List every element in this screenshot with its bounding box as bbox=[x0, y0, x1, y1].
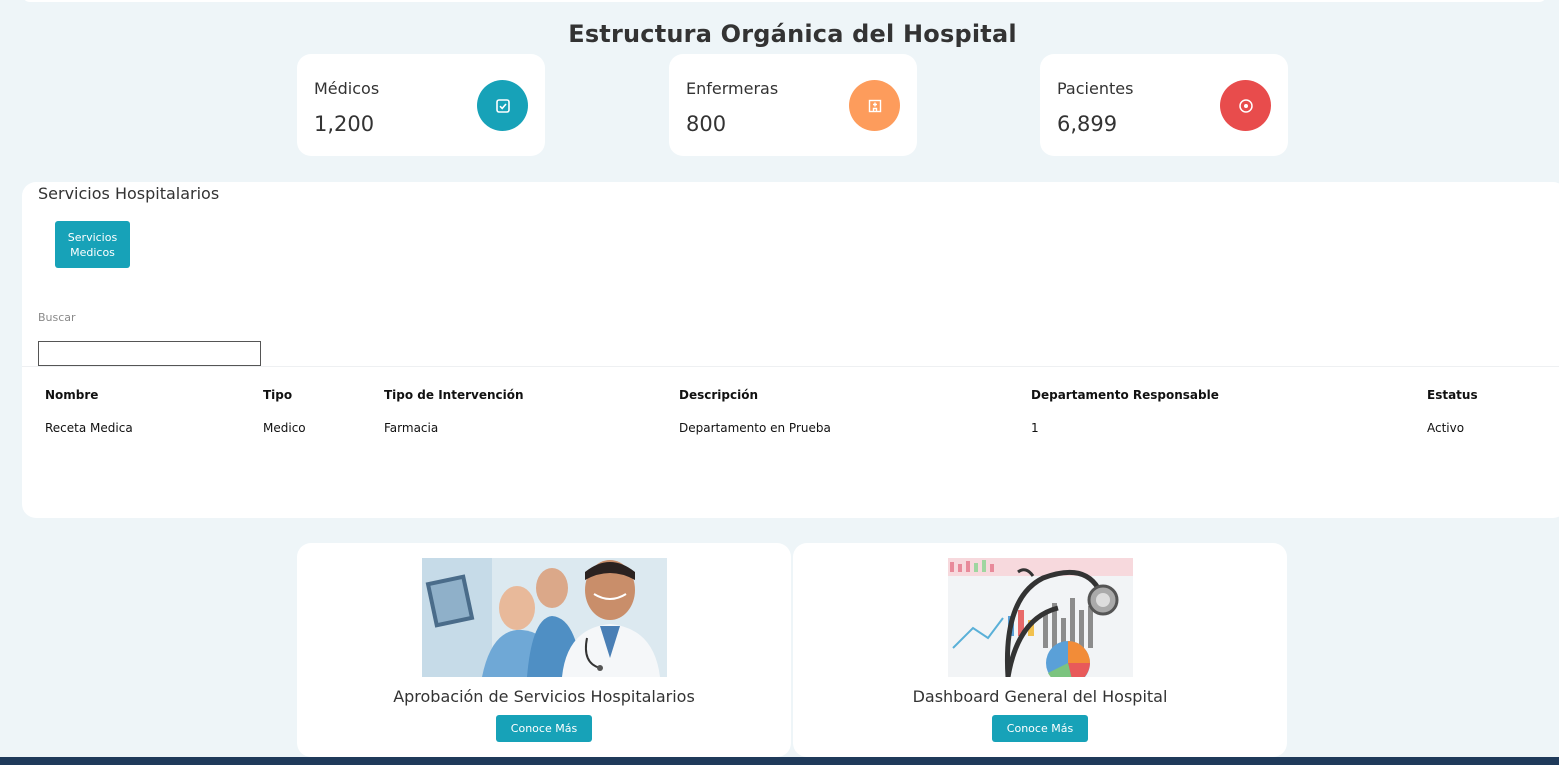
doctors-photo bbox=[422, 558, 667, 677]
conoce-mas-button[interactable]: Conoce Más bbox=[992, 715, 1088, 742]
stat-value: 6,899 bbox=[1057, 112, 1118, 136]
stat-label: Médicos bbox=[314, 79, 380, 98]
conoce-mas-button[interactable]: Conoce Más bbox=[496, 715, 592, 742]
feature-title: Dashboard General del Hospital bbox=[912, 687, 1168, 706]
table-divider bbox=[22, 366, 1559, 367]
stat-card-pacientes: Pacientes 6,899 bbox=[1040, 54, 1288, 156]
stat-label: Enfermeras bbox=[686, 79, 779, 98]
column-header-descripcion[interactable]: Descripción bbox=[679, 388, 758, 402]
stat-card-medicos: Médicos 1,200 bbox=[297, 54, 545, 156]
services-panel: Servicios Hospitalarios Servicios Medico… bbox=[22, 182, 1559, 518]
feature-title: Aprobación de Servicios Hospitalarios bbox=[393, 687, 695, 706]
search-input[interactable] bbox=[38, 341, 261, 366]
stat-value: 800 bbox=[686, 112, 727, 136]
cell-estatus: Activo bbox=[1427, 421, 1465, 435]
search-label: Buscar bbox=[38, 311, 76, 324]
cell-tipo-intervencion: Farmacia bbox=[384, 421, 439, 435]
column-header-nombre[interactable]: Nombre bbox=[45, 388, 98, 402]
taskbar-edge bbox=[0, 757, 1559, 765]
page-title: Estructura Orgánica del Hospital bbox=[568, 20, 1017, 48]
cell-nombre: Receta Medica bbox=[45, 421, 133, 435]
servicios-medicos-button[interactable]: Servicios Medicos bbox=[55, 221, 130, 268]
stat-label: Pacientes bbox=[1057, 79, 1134, 98]
hospital-building-icon bbox=[849, 80, 900, 131]
feature-card-aprobacion: Aprobación de Servicios Hospitalarios Co… bbox=[297, 543, 791, 757]
stethoscope-charts-photo bbox=[948, 558, 1133, 677]
stat-card-enfermeras: Enfermeras 800 bbox=[669, 54, 917, 156]
stat-value: 1,200 bbox=[314, 112, 375, 136]
column-header-tipo[interactable]: Tipo bbox=[263, 388, 292, 402]
clipboard-check-icon bbox=[477, 80, 528, 131]
cell-departamento: 1 bbox=[1031, 421, 1039, 435]
cell-tipo: Medico bbox=[263, 421, 306, 435]
column-header-departamento[interactable]: Departamento Responsable bbox=[1031, 388, 1219, 402]
column-header-tipo-intervencion[interactable]: Tipo de Intervención bbox=[384, 388, 524, 402]
top-panel-edge bbox=[22, 0, 1547, 2]
cell-descripcion: Departamento en Prueba bbox=[679, 421, 831, 435]
target-icon bbox=[1220, 80, 1271, 131]
services-title: Servicios Hospitalarios bbox=[38, 184, 220, 203]
feature-card-dashboard: Dashboard General del Hospital Conoce Má… bbox=[793, 543, 1287, 757]
column-header-estatus[interactable]: Estatus bbox=[1427, 388, 1478, 402]
